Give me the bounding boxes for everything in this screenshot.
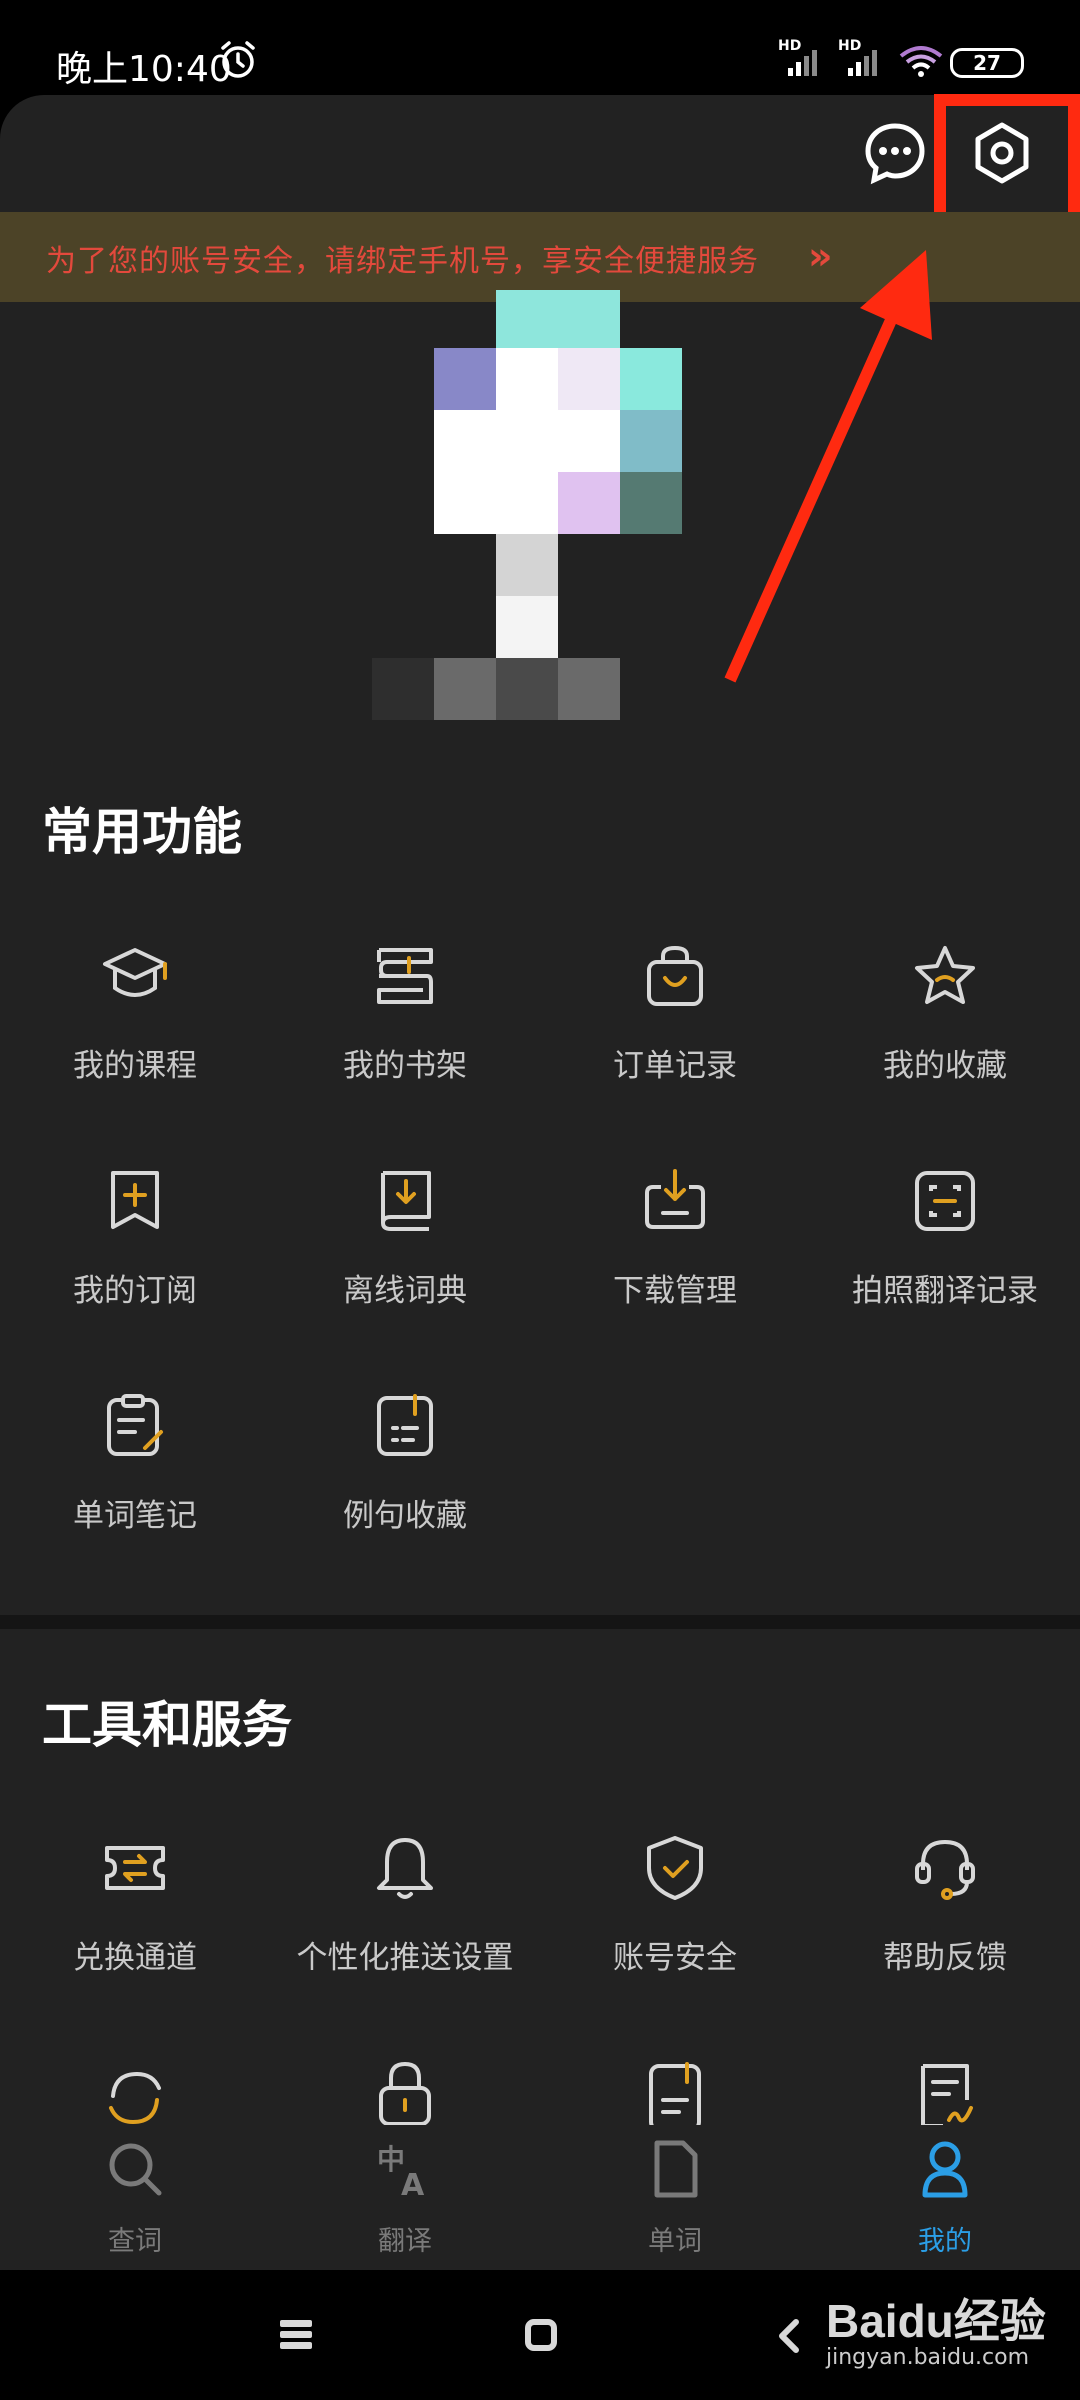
order-records-button[interactable]: 订单记录	[540, 940, 810, 1130]
signal-icon-2: HD	[838, 38, 884, 76]
item-label: 我的书架	[343, 1048, 467, 1084]
word-notes-button[interactable]: 单词笔记	[0, 1390, 270, 1580]
annotation-arrow	[724, 250, 932, 683]
baidu-watermark: Baidu经验 jingyan.baidu.com	[826, 2285, 1066, 2385]
my-favorites-button[interactable]: 我的收藏	[810, 940, 1080, 1130]
push-settings-button[interactable]: 个性化推送设置	[270, 1832, 540, 2022]
scan-frame-icon	[915, 1171, 975, 1231]
translate-icon: 中 A	[377, 2143, 425, 2199]
download-tray-icon	[645, 1169, 705, 1229]
item-label: 单词笔记	[73, 1498, 197, 1534]
item-label: 帮助反馈	[883, 1940, 1007, 1976]
sentence-note-icon	[377, 1394, 433, 1456]
offline-dictionary-icon	[381, 1171, 431, 1231]
item-label: 订单记录	[613, 1048, 737, 1084]
star-icon	[915, 946, 975, 1004]
tab-label: 我的	[918, 2226, 972, 2257]
document-icon[interactable]	[639, 2060, 711, 2130]
my-subscriptions-button[interactable]: 我的订阅	[0, 1165, 270, 1355]
signature-document-icon[interactable]	[909, 2060, 981, 2130]
graduation-cap-icon	[103, 948, 167, 997]
partial-row	[0, 2050, 1080, 2130]
tab-words[interactable]: 单词	[540, 2139, 810, 2269]
alarm-icon	[221, 41, 255, 78]
clipboard-note-icon	[107, 1394, 163, 1456]
shopping-bag-icon	[647, 945, 703, 1006]
back-icon[interactable]	[774, 2318, 802, 2354]
tab-translate[interactable]: 中 A 翻译	[270, 2139, 540, 2269]
tab-label: 单词	[648, 2226, 702, 2257]
refresh-icon[interactable]	[99, 2062, 171, 2130]
tools-services-title: 工具和服务	[42, 1696, 292, 1754]
avatar[interactable]	[372, 290, 684, 720]
download-management-button[interactable]: 下载管理	[540, 1165, 810, 1355]
tab-mine[interactable]: 我的	[810, 2139, 1080, 2269]
wifi-icon	[899, 46, 943, 77]
my-courses-button[interactable]: 我的课程	[0, 940, 270, 1130]
status-time: 晚上10:40	[56, 49, 232, 90]
item-label: 个性化推送设置	[296, 1940, 514, 1976]
person-icon	[922, 2141, 968, 2198]
photo-translation-records-button[interactable]: 拍照翻译记录	[810, 1165, 1080, 1355]
battery-indicator: 27	[950, 48, 1024, 78]
word-file-icon	[654, 2140, 698, 2198]
item-label: 账号安全	[613, 1940, 737, 1976]
item-label: 我的课程	[73, 1048, 197, 1084]
bookmark-plus-icon	[111, 1171, 159, 1229]
tab-lookup[interactable]: 查词	[0, 2139, 270, 2269]
item-label: 下载管理	[613, 1273, 737, 1309]
watermark-url: jingyan.baidu.com	[826, 2345, 1030, 2370]
banner-text: 为了您的账号安全，请绑定手机号，享安全便捷服务	[46, 244, 759, 279]
item-label: 拍照翻译记录	[852, 1273, 1038, 1309]
item-label: 我的订阅	[73, 1273, 197, 1309]
exchange-ticket-icon	[105, 1846, 165, 1890]
sentence-favorites-button[interactable]: 例句收藏	[270, 1390, 540, 1580]
message-icon[interactable]	[862, 120, 928, 186]
my-bookshelf-button[interactable]: 我的书架	[270, 940, 540, 1130]
home-icon[interactable]	[524, 2318, 558, 2352]
headset-icon	[915, 1839, 975, 1900]
tab-label: 翻译	[378, 2226, 432, 2257]
search-icon	[109, 2143, 162, 2196]
tab-label: 查词	[108, 2226, 162, 2257]
lock-icon[interactable]	[369, 2056, 441, 2128]
bottom-tab-bar: 查词 中 A 翻译 单词 我的	[0, 2125, 1080, 2270]
item-label: 例句收藏	[343, 1498, 467, 1534]
common-functions-title: 常用功能	[42, 803, 242, 861]
svg-text:A: A	[401, 2168, 425, 2199]
menu-icon[interactable]	[278, 2318, 314, 2352]
status-bar: 晚上10:40 HD HD 27	[0, 0, 1080, 95]
signal-icon: HD	[778, 38, 824, 76]
watermark-logo: Baidu经验	[826, 2295, 1046, 2347]
item-label: 离线词典	[343, 1273, 467, 1309]
help-feedback-button[interactable]: 帮助反馈	[810, 1832, 1080, 2022]
redeem-channel-button[interactable]: 兑换通道	[0, 1832, 270, 2022]
offline-dictionary-button[interactable]: 离线词典	[270, 1165, 540, 1355]
shield-check-icon	[647, 1836, 703, 1900]
section-divider	[0, 1615, 1080, 1629]
account-security-button[interactable]: 账号安全	[540, 1832, 810, 2022]
item-label: 我的收藏	[883, 1048, 1007, 1084]
item-label: 兑换通道	[73, 1940, 197, 1976]
bell-icon	[377, 1838, 433, 1899]
bookshelf-icon	[377, 948, 433, 1004]
